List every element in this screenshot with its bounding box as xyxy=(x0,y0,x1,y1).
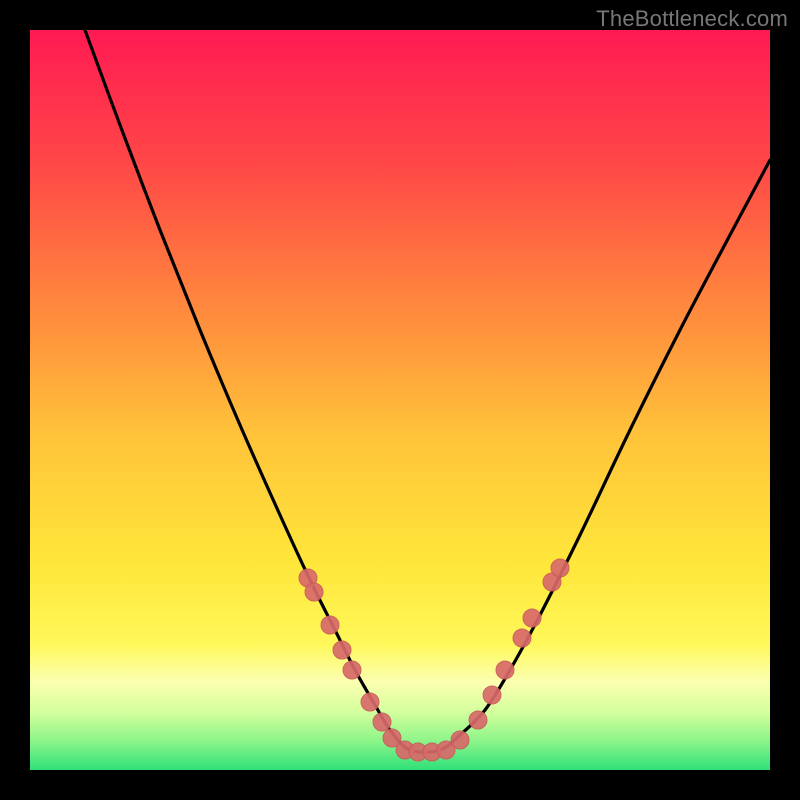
watermark-text: TheBottleneck.com xyxy=(596,6,788,32)
chart-background-gradient xyxy=(30,30,770,770)
chart-frame xyxy=(30,30,770,770)
